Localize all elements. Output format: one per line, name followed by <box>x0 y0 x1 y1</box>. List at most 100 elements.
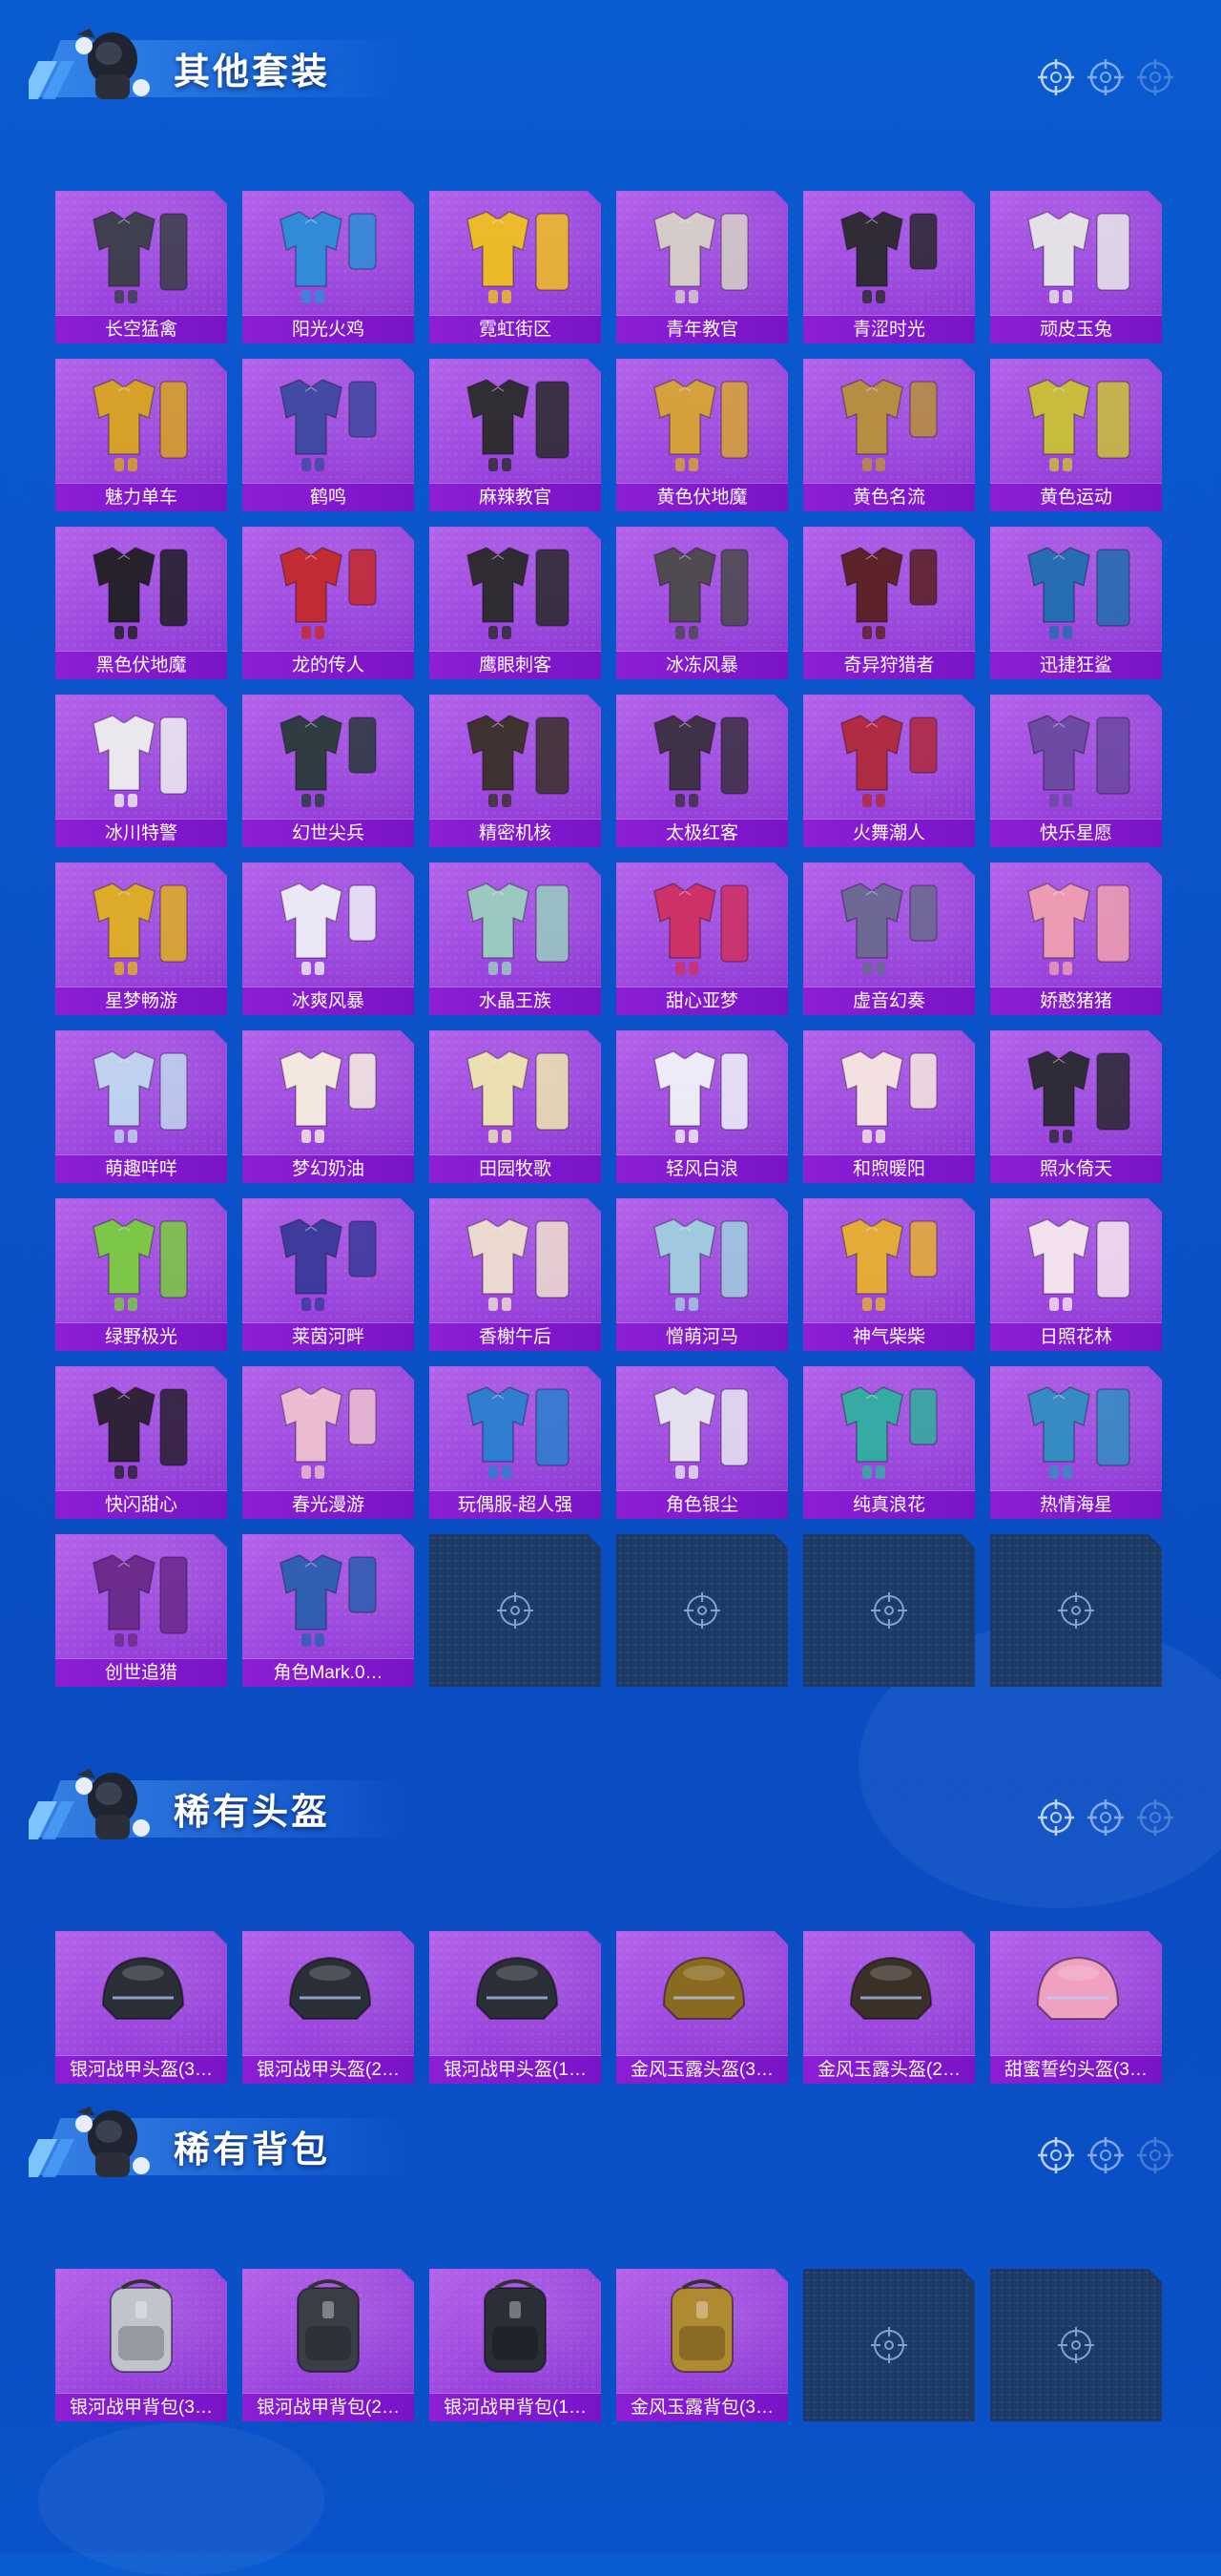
item-card[interactable]: 黄色运动 <box>990 359 1162 511</box>
item-card[interactable]: 春光漫游 <box>242 1366 414 1519</box>
item-name: 轻风白浪 <box>616 1154 788 1183</box>
item-name: 虚音幻奏 <box>803 987 975 1015</box>
item-image-icon <box>242 527 414 649</box>
item-card[interactable]: 黑色伏地魔 <box>55 527 227 679</box>
item-name: 金风玉露背包(3… <box>616 2393 788 2421</box>
item-name: 冰川特警 <box>55 819 227 847</box>
item-card[interactable]: 神气柴柴 <box>803 1198 975 1351</box>
item-card[interactable]: 绿野极光 <box>55 1198 227 1351</box>
item-card[interactable]: 水晶王族 <box>429 862 601 1015</box>
item-image-icon <box>990 1366 1162 1488</box>
empty-slot-crosshair-icon <box>681 1589 723 1631</box>
item-card[interactable]: 轻风白浪 <box>616 1030 788 1183</box>
item-card[interactable]: 麻辣教官 <box>429 359 601 511</box>
item-card[interactable]: 甜蜜誓约头盔(3… <box>990 1931 1162 2084</box>
item-image-icon <box>803 1030 975 1153</box>
item-name: 金风玉露头盔(2… <box>803 2055 975 2084</box>
item-card[interactable]: 香榭午后 <box>429 1198 601 1351</box>
item-card[interactable]: 金风玉露头盔(3… <box>616 1931 788 2084</box>
item-card[interactable]: 快闪甜心 <box>55 1366 227 1519</box>
item-card[interactable]: 银河战甲背包(2… <box>242 2269 414 2421</box>
item-card[interactable]: 娇憨猪猪 <box>990 862 1162 1015</box>
item-card[interactable]: 纯真浪花 <box>803 1366 975 1519</box>
item-card[interactable]: 星梦畅游 <box>55 862 227 1015</box>
item-card[interactable]: 田园牧歌 <box>429 1030 601 1183</box>
item-image-icon <box>242 1366 414 1488</box>
item-image-icon <box>990 1931 1162 2053</box>
item-card[interactable]: 银河战甲头盔(2… <box>242 1931 414 2084</box>
item-name: 霓虹街区 <box>429 315 601 343</box>
item-image-icon <box>429 2269 601 2391</box>
crosshair-icon <box>1087 1799 1124 1836</box>
item-card[interactable]: 魅力单车 <box>55 359 227 511</box>
item-card[interactable]: 快乐星愿 <box>990 695 1162 847</box>
item-card[interactable]: 阳光火鸡 <box>242 191 414 343</box>
item-card[interactable]: 冰冻风暴 <box>616 527 788 679</box>
item-card[interactable]: 莱茵河畔 <box>242 1198 414 1351</box>
item-image-icon <box>803 862 975 985</box>
item-card[interactable]: 梦幻奶油 <box>242 1030 414 1183</box>
item-image-icon <box>803 191 975 313</box>
item-card[interactable]: 长空猛禽 <box>55 191 227 343</box>
item-card[interactable]: 金风玉露背包(3… <box>616 2269 788 2421</box>
item-card[interactable]: 顽皮玉兔 <box>990 191 1162 343</box>
item-card[interactable]: 黄色名流 <box>803 359 975 511</box>
item-card[interactable]: 幻世尖兵 <box>242 695 414 847</box>
item-card[interactable]: 龙的传人 <box>242 527 414 679</box>
item-image-icon <box>55 359 227 481</box>
item-card[interactable]: 银河战甲背包(3… <box>55 2269 227 2421</box>
item-card[interactable]: 冰爽风暴 <box>242 862 414 1015</box>
item-image-icon <box>55 1198 227 1320</box>
item-name: 太极红客 <box>616 819 788 847</box>
item-card[interactable]: 角色银尘 <box>616 1366 788 1519</box>
item-card[interactable]: 鹤鸣 <box>242 359 414 511</box>
item-image-icon <box>242 1931 414 2053</box>
item-image-icon <box>429 1030 601 1153</box>
item-image-icon <box>242 191 414 313</box>
item-card[interactable]: 太极红客 <box>616 695 788 847</box>
item-name: 星梦畅游 <box>55 987 227 1015</box>
crosshair-decoration <box>1036 2135 1175 2175</box>
item-image-icon <box>990 359 1162 481</box>
item-name: 银河战甲背包(3… <box>55 2393 227 2421</box>
item-card[interactable]: 火舞潮人 <box>803 695 975 847</box>
item-card[interactable]: 甜心亚梦 <box>616 862 788 1015</box>
item-card[interactable]: 黄色伏地魔 <box>616 359 788 511</box>
item-name: 阳光火鸡 <box>242 315 414 343</box>
item-card[interactable]: 日照花林 <box>990 1198 1162 1351</box>
item-name: 娇憨猪猪 <box>990 987 1162 1015</box>
item-card[interactable]: 玩偶服-超人强 <box>429 1366 601 1519</box>
item-card[interactable]: 银河战甲头盔(1… <box>429 1931 601 2084</box>
item-grid: 银河战甲头盔(3… 银河战甲头盔(2… 银河战甲头盔(1… 金风玉露头盔(3… … <box>55 1931 1162 2084</box>
empty-slot-crosshair-icon <box>868 1589 910 1631</box>
item-card[interactable]: 奇异狩猎者 <box>803 527 975 679</box>
item-card[interactable]: 霓虹街区 <box>429 191 601 343</box>
item-card[interactable]: 青涩时光 <box>803 191 975 343</box>
item-card[interactable]: 鹰眼刺客 <box>429 527 601 679</box>
item-card[interactable]: 青年教官 <box>616 191 788 343</box>
item-card[interactable]: 虚音幻奏 <box>803 862 975 1015</box>
item-card[interactable]: 银河战甲背包(1… <box>429 2269 601 2421</box>
item-card[interactable]: 憎萌河马 <box>616 1198 788 1351</box>
item-name: 纯真浪花 <box>803 1490 975 1519</box>
item-name: 魅力单车 <box>55 483 227 511</box>
item-image-icon <box>616 1198 788 1320</box>
item-image-icon <box>242 1534 414 1656</box>
item-name: 快闪甜心 <box>55 1490 227 1519</box>
item-card[interactable]: 和煦暖阳 <box>803 1030 975 1183</box>
item-name: 火舞潮人 <box>803 819 975 847</box>
item-name: 春光漫游 <box>242 1490 414 1519</box>
item-card[interactable]: 银河战甲头盔(3… <box>55 1931 227 2084</box>
item-image-icon <box>616 359 788 481</box>
item-card[interactable]: 创世追猎 <box>55 1534 227 1687</box>
item-card[interactable]: 精密机核 <box>429 695 601 847</box>
section-title: 其他套装 <box>174 52 331 93</box>
item-image-icon <box>616 191 788 313</box>
item-card[interactable]: 角色Mark.0… <box>242 1534 414 1687</box>
item-card[interactable]: 热情海星 <box>990 1366 1162 1519</box>
item-card[interactable]: 金风玉露头盔(2… <box>803 1931 975 2084</box>
item-card[interactable]: 萌趣咩咩 <box>55 1030 227 1183</box>
item-card[interactable]: 冰川特警 <box>55 695 227 847</box>
item-card[interactable]: 迅捷狂鲨 <box>990 527 1162 679</box>
item-card[interactable]: 照水倚天 <box>990 1030 1162 1183</box>
